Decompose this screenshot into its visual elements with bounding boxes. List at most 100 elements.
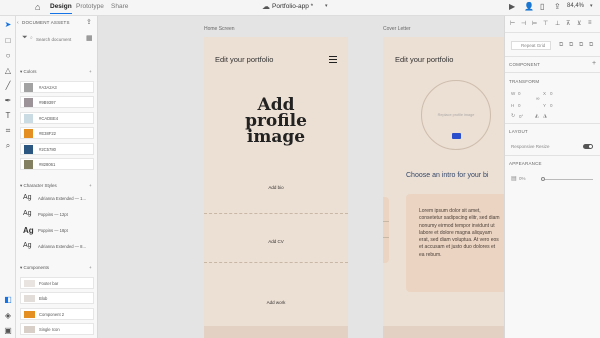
character-styles-header[interactable]: ▾ Character Styles + <box>20 183 92 189</box>
text-tool-icon[interactable]: T <box>3 111 13 121</box>
y-label: Y <box>543 103 547 108</box>
polygon-tool-icon[interactable]: △ <box>3 66 13 76</box>
artboard-cover-letter[interactable]: Edit your portfolio Replace profile imag… <box>383 37 504 338</box>
flip-h-icon[interactable]: ◭ <box>535 113 539 119</box>
add-work-label: Add work <box>266 300 286 305</box>
rotation-field[interactable]: 0° <box>519 114 523 119</box>
align-right-icon[interactable]: ⊨ <box>532 20 537 27</box>
exclude-icon[interactable]: ⧉ <box>589 42 593 49</box>
phone-icon[interactable]: ▯ <box>540 2 544 11</box>
appearance-label: APPEARANCE <box>509 161 542 166</box>
distribute-v-icon[interactable]: ≡ <box>588 20 592 26</box>
layers-icon[interactable]: ◈ <box>3 311 13 321</box>
color-swatch <box>24 83 33 92</box>
filter-icon[interactable]: ⏷ <box>22 34 28 42</box>
choose-intro-heading: Choose an intro for your bi <box>406 172 489 179</box>
align-middle-icon[interactable]: ⊼ <box>566 20 570 27</box>
document-title[interactable]: Portfolio-app * <box>272 3 313 10</box>
add-component-icon[interactable]: + <box>592 60 596 67</box>
opacity-slider-handle[interactable] <box>541 177 545 181</box>
home-title: Edit your portfolio <box>215 55 274 64</box>
ellipse-tool-icon[interactable]: ○ <box>3 51 13 61</box>
select-tool-icon[interactable]: ➤ <box>3 20 13 30</box>
line-tool-icon[interactable]: ╱ <box>3 81 13 91</box>
char-style-row[interactable]: Ag Adrianna Extended — 8... <box>20 241 94 255</box>
char-style-row[interactable]: Ag Adrianna Extended — 1... <box>20 193 94 207</box>
grid-view-icon[interactable]: ▦ <box>86 34 93 42</box>
color-row[interactable]: #A3A2A3 <box>20 81 94 93</box>
collapse-icon[interactable]: ‹ <box>17 20 19 26</box>
char-style-row[interactable]: Ag Poppins — 18pt <box>20 225 94 239</box>
user-icon[interactable]: 👤 <box>524 2 534 11</box>
add-profile-image-heading: Add profile image <box>245 95 307 147</box>
intersect-icon[interactable]: ⧉ <box>579 42 583 49</box>
footer-bar <box>204 326 348 338</box>
height-field[interactable]: 0 <box>518 103 521 108</box>
color-row[interactable]: #9B9397 <box>20 96 94 108</box>
play-icon[interactable]: ▶ <box>509 2 515 11</box>
assets-header: DOCUMENT ASSETS <box>22 20 70 25</box>
pen-tool-icon[interactable]: ✒ <box>3 96 13 106</box>
zoom-chevron-icon[interactable]: ▾ <box>590 3 593 9</box>
component-row[interactable]: Blob <box>20 292 94 304</box>
width-label: W <box>511 91 516 96</box>
width-field[interactable]: 0 <box>518 91 521 96</box>
lock-ratio-icon[interactable]: ∞ <box>536 96 540 102</box>
chevron-down-icon[interactable]: ▾ <box>325 3 328 9</box>
align-center-icon[interactable]: ⊣ <box>521 20 526 27</box>
divider <box>204 213 348 214</box>
color-row[interactable]: #2C5780 <box>20 143 94 155</box>
export-icon[interactable]: ⇪ <box>86 18 92 26</box>
subtract-icon[interactable]: ⧉ <box>569 42 573 49</box>
y-field[interactable]: 0 <box>550 103 553 108</box>
tab-share[interactable]: Share <box>111 3 128 10</box>
color-row[interactable]: #828061 <box>20 158 94 170</box>
tab-design[interactable]: Design <box>50 3 72 14</box>
artboard-label-cover[interactable]: Cover Letter <box>383 26 411 32</box>
char-style-row[interactable]: Ag Poppins — 12pt <box>20 209 94 223</box>
divider <box>505 56 600 57</box>
component-thumbnail <box>24 326 35 333</box>
zoom-tool-icon[interactable]: ⌕ <box>3 141 13 151</box>
plugins-icon[interactable]: ▣ <box>3 326 13 336</box>
menu-icon <box>329 56 337 63</box>
responsive-resize-toggle[interactable] <box>583 144 593 149</box>
artboard-home-screen[interactable]: Edit your portfolio Add profile image Ad… <box>204 37 348 338</box>
tab-prototype[interactable]: Prototype <box>76 3 104 10</box>
opacity-icon: ▤ <box>511 176 517 182</box>
divider <box>505 72 600 73</box>
align-left-icon[interactable]: ⊢ <box>510 20 515 27</box>
x-field[interactable]: 0 <box>550 91 553 96</box>
rectangle-tool-icon[interactable]: □ <box>3 36 13 46</box>
app-menubar: ⌂ Design Prototype Share ☁ Portfolio-app… <box>0 0 600 16</box>
align-bottom-icon[interactable]: ⊻ <box>577 20 581 27</box>
assets-icon[interactable]: ◧ <box>3 295 13 305</box>
flip-v-icon[interactable]: ◮ <box>543 113 547 119</box>
intro-lorem-text: Lorem ipsum dolor sit amet, consetetur s… <box>419 208 500 258</box>
distribute-h-icon[interactable]: ⊤ <box>543 20 548 27</box>
opacity-slider-track[interactable] <box>541 179 593 180</box>
component-row[interactable]: Component 2 <box>20 308 94 320</box>
color-row[interactable]: #CADBE4 <box>20 112 94 124</box>
components-header[interactable]: ▾ Components + <box>20 265 92 271</box>
design-canvas[interactable]: Home Screen Edit your portfolio Add prof… <box>98 16 504 338</box>
align-top-icon[interactable]: ⊥ <box>555 20 560 27</box>
opacity-field[interactable]: 0% <box>519 176 526 181</box>
component-label: COMPONENT <box>509 62 541 67</box>
property-inspector: ⊢ ⊣ ⊨ ⊤ ⊥ ⊼ ⊻ ≡ Repeat Grid ⧉ ⧉ ⧉ ⧉ COMP… <box>504 16 600 338</box>
rotate-icon: ↻ <box>511 113 516 119</box>
component-row[interactable]: Footer bar <box>20 277 94 289</box>
color-row[interactable]: #E38F22 <box>20 127 94 139</box>
search-icon: ⌕ <box>30 35 33 41</box>
share-icon[interactable]: ⇪ <box>554 2 561 11</box>
divider <box>204 262 348 263</box>
artboard-label-home[interactable]: Home Screen <box>204 26 235 32</box>
component-row[interactable]: Single Icon <box>20 323 94 335</box>
repeat-grid-button[interactable]: Repeat Grid <box>511 41 551 50</box>
zoom-level[interactable]: 84,4% <box>567 3 584 9</box>
home-icon[interactable]: ⌂ <box>35 3 44 12</box>
artboard-tool-icon[interactable]: ⌗ <box>3 126 13 136</box>
add-boolean-icon[interactable]: ⧉ <box>559 42 563 49</box>
colors-section-header[interactable]: ▾ Colors + <box>20 69 92 75</box>
divider <box>505 123 600 124</box>
